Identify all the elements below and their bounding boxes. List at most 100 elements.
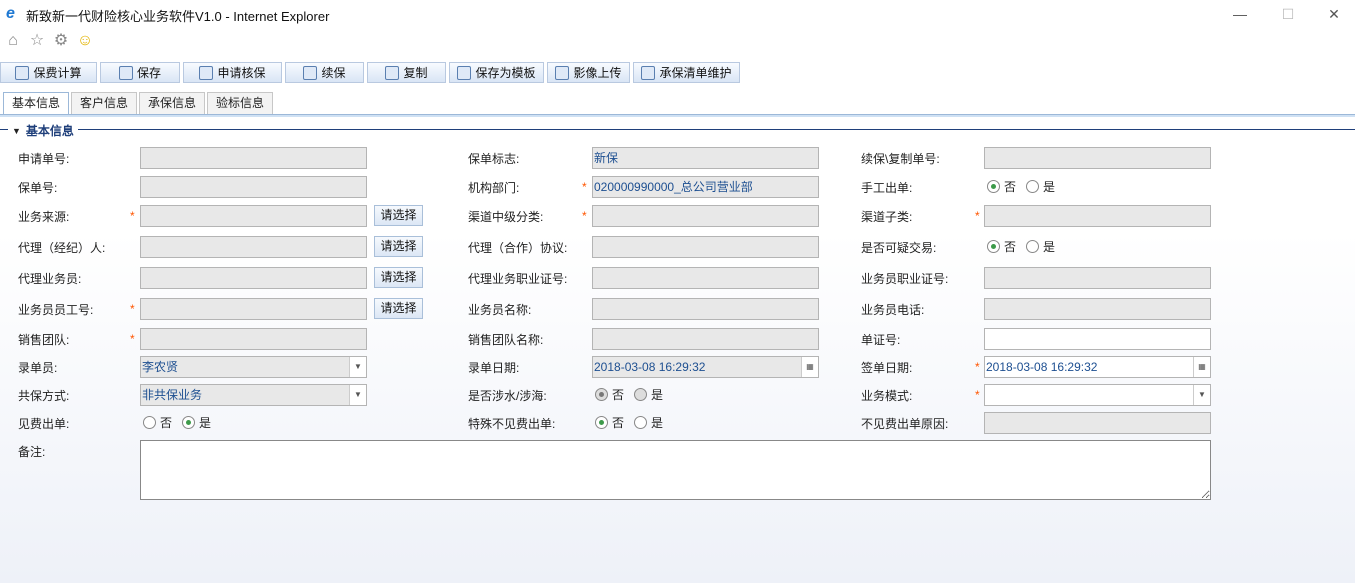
text-field[interactable] [984,147,1211,169]
text-field[interactable] [984,267,1211,289]
star-icon[interactable]: ☆ [28,32,46,50]
text-field[interactable] [592,236,819,258]
radio-option[interactable]: 是 [1026,238,1055,255]
radio-option[interactable]: 是 [1026,178,1055,195]
field-label: 代理（经纪）人: [18,241,106,255]
field-label: 业务来源: [18,210,70,224]
select-field[interactable]: ▼ [984,384,1211,406]
toolbar-button-icon [641,65,656,80]
remark-textarea[interactable] [140,440,1211,500]
field-label: 保单标志: [468,152,520,166]
text-field[interactable] [592,267,819,289]
minimize-button[interactable]: — [1230,4,1250,24]
chevron-down-icon[interactable]: ▼ [1193,385,1210,405]
select-field[interactable]: 非共保业务 ▼ [140,384,367,406]
select-picker-button[interactable]: 请选择 [374,236,423,257]
field-label: 共保方式: [18,389,70,403]
text-field[interactable] [984,328,1211,350]
toolbar-button[interactable]: 保费计算 [0,62,97,83]
toolbar-button[interactable]: 保存 [100,62,180,83]
text-field[interactable] [140,267,367,289]
text-field[interactable] [140,236,367,258]
required-asterisk-icon: * [582,209,587,223]
radio-button-icon[interactable] [182,416,196,429]
toolbar-button-label: 保存为模板 [475,66,536,80]
smiley-icon[interactable]: ☺ [76,32,94,50]
radio-option[interactable]: 否 [987,238,1016,255]
form-row: 销售团队: * 销售团队名称: 单证号: [0,328,1355,350]
chevron-down-icon[interactable]: ▼ [349,357,366,377]
text-field[interactable] [592,328,819,350]
select-field[interactable]: 李农贤 ▼ [140,356,367,378]
radio-option[interactable]: 是 [182,414,211,431]
toolbar-button-icon [15,65,30,80]
toolbar-button[interactable]: 续保 [285,62,364,83]
tab-4[interactable]: 验标信息 [207,92,274,114]
field-label: 是否可疑交易: [861,241,937,255]
date-field[interactable]: 2018-03-08 16:29:32 ▦ [592,356,819,378]
tab-1[interactable]: 基本信息 [3,92,70,115]
maximize-button[interactable]: ☐ [1278,4,1298,24]
radio-button-icon[interactable] [634,416,648,429]
field-label: 手工出单: [861,181,913,195]
form-row: 保单号: 机构部门: * 020000990000_总公司营业部 手工出单: 否是 [0,176,1355,198]
field-label: 是否涉水/涉海: [468,389,547,403]
text-field[interactable] [984,205,1211,227]
toolbar-button-label: 保存 [136,66,161,80]
field-label: 业务员电话: [861,303,925,317]
radio-button-icon[interactable] [595,388,608,401]
radio-option[interactable]: 是 [634,386,663,403]
radio-button-icon[interactable] [987,180,1000,193]
text-field[interactable] [140,298,367,320]
field-label: 代理业务员: [18,272,82,286]
radio-button-icon[interactable] [987,240,1000,253]
section-header[interactable]: ▼ 基本信息 [8,122,78,139]
text-field[interactable] [592,205,819,227]
radio-option[interactable]: 否 [595,414,624,431]
text-field[interactable]: 新保 [592,147,819,169]
home-icon[interactable]: ⌂ [4,32,22,50]
toolbar-button[interactable]: 申请核保 [183,62,282,83]
calendar-icon[interactable]: ▦ [801,357,818,377]
radio-button-icon[interactable] [634,388,648,401]
radio-label: 是 [1043,180,1056,194]
toolbar-button-label: 申请核保 [217,66,266,80]
text-field[interactable] [984,298,1211,320]
text-field[interactable] [140,328,367,350]
close-button[interactable]: ✕ [1324,4,1344,24]
text-field[interactable] [592,298,819,320]
radio-option[interactable]: 否 [143,414,172,431]
text-field[interactable]: 020000990000_总公司营业部 [592,176,819,198]
text-field[interactable] [140,205,367,227]
collapse-triangle-icon[interactable]: ▼ [12,126,21,136]
radio-option[interactable]: 否 [987,178,1016,195]
radio-button-icon[interactable] [1026,180,1040,193]
radio-option[interactable]: 否 [595,386,624,403]
calendar-icon[interactable]: ▦ [1193,357,1210,377]
tab-2[interactable]: 客户信息 [71,92,138,114]
radio-group: 否是 [595,386,663,403]
toolbar-button[interactable]: 影像上传 [547,62,630,83]
gear-icon[interactable]: ⚙ [52,32,70,50]
radio-option[interactable]: 是 [634,414,663,431]
radio-label: 否 [612,388,625,402]
toolbar-button[interactable]: 保存为模板 [449,62,544,83]
chevron-down-icon[interactable]: ▼ [349,385,366,405]
select-picker-button[interactable]: 请选择 [374,267,423,288]
radio-button-icon[interactable] [1026,240,1040,253]
form-row: 代理（经纪）人: 请选择 代理（合作）协议: 是否可疑交易: 否是 [0,236,1355,258]
select-picker-button[interactable]: 请选择 [374,205,423,226]
select-picker-button[interactable]: 请选择 [374,298,423,319]
radio-button-icon[interactable] [595,416,608,429]
radio-label: 是 [651,388,664,402]
text-field[interactable] [140,176,367,198]
radio-group: 否是 [987,238,1055,255]
text-field[interactable] [140,147,367,169]
date-field[interactable]: 2018-03-08 16:29:32 ▦ [984,356,1211,378]
toolbar-button[interactable]: 承保清单维护 [633,62,740,83]
text-field[interactable] [984,412,1211,434]
radio-button-icon[interactable] [143,416,156,429]
tab-3[interactable]: 承保信息 [139,92,206,114]
toolbar-button[interactable]: 复制 [367,62,446,83]
radio-group: 否是 [987,178,1055,195]
